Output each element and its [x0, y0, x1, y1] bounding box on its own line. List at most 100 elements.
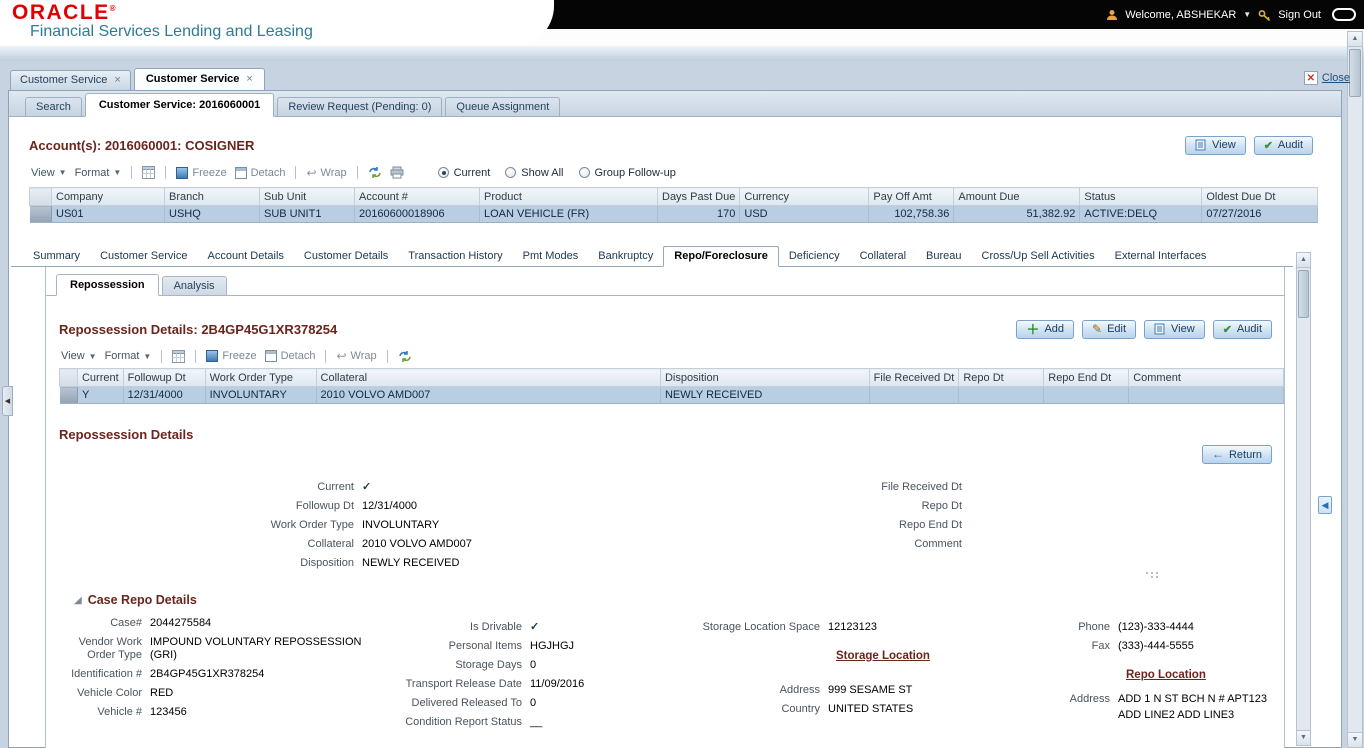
field-repo-dt: Repo Dt — [746, 500, 1266, 513]
repo-audit-button[interactable]: ✔Audit — [1213, 320, 1272, 339]
printer-icon — [390, 166, 404, 179]
session-oval-icon[interactable] — [1332, 8, 1356, 21]
outer-scrollbar[interactable]: ▲ ▼ — [1347, 31, 1363, 748]
detach-button[interactable]: Detach — [235, 167, 286, 179]
registered-mark: ® — [110, 4, 117, 13]
details-form-right: File Received Dt Repo Dt Repo End Dt Com… — [746, 481, 1266, 557]
case-repo-col3: Storage Location Space12123123 Storage L… — [686, 621, 978, 722]
tab-pmt-modes[interactable]: Pmt Modes — [513, 247, 589, 266]
refresh-button[interactable] — [398, 350, 412, 363]
welcome-menu[interactable]: Welcome, ABSHEKAR — [1125, 9, 1236, 21]
scrollbar-thumb[interactable] — [1298, 270, 1309, 318]
tab-review-request[interactable]: Review Request (Pending: 0) — [277, 97, 442, 116]
case-repo-col2: Is Drivable✓ Personal ItemsHGJHGJ Storag… — [376, 621, 676, 735]
tab-close-icon[interactable]: × — [246, 75, 252, 84]
tab-queue-assignment[interactable]: Queue Assignment — [445, 97, 560, 116]
chevron-down-icon: ▼ — [89, 352, 97, 361]
details-form-left: Current✓ Followup Dt12/31/4000 Work Orde… — [146, 481, 706, 576]
tab-customer-details[interactable]: Customer Details — [294, 247, 398, 266]
detach-button[interactable]: Detach — [265, 350, 316, 362]
account-title: Account(s): 2016060001: COSIGNER — [29, 138, 254, 153]
audit-check-icon: ✔ — [1264, 139, 1273, 152]
tab-customer-service[interactable]: Customer Service — [90, 247, 197, 266]
freeze-icon — [176, 167, 188, 179]
collapse-triangle-icon[interactable]: ◢ — [74, 595, 82, 606]
tab-close-icon[interactable]: × — [114, 76, 120, 85]
case-repo-col4: Phone(123)-333-4444 Fax(333)-444-5555 Re… — [976, 621, 1285, 728]
freeze-button[interactable]: Freeze — [176, 167, 226, 179]
radio-show-all[interactable] — [505, 167, 516, 178]
back-arrow-icon: ← — [1212, 449, 1224, 460]
add-button[interactable]: ＋Add — [1016, 320, 1074, 339]
tab-repo-foreclosure[interactable]: Repo/Foreclosure — [663, 246, 779, 267]
tab-external-interfaces[interactable]: External Interfaces — [1105, 247, 1217, 266]
field-work-order-type: Work Order TypeINVOLUNTARY — [146, 519, 706, 532]
wrap-button[interactable]: ↩Wrap — [336, 350, 376, 362]
freeze-button[interactable]: Freeze — [206, 350, 256, 362]
tab-account-details[interactable]: Account Details — [197, 247, 293, 266]
scroll-down-icon[interactable]: ▼ — [1297, 730, 1310, 745]
tab-repossession[interactable]: Repossession — [56, 274, 159, 296]
field-identification: Identification #2B4GP45G1XR378254 — [54, 668, 384, 681]
separator — [357, 166, 358, 179]
scroll-up-icon[interactable]: ▲ — [1297, 253, 1310, 268]
tab-bankruptcy[interactable]: Bankruptcy — [588, 247, 663, 266]
account-table: Company Branch Sub Unit Account # Produc… — [29, 187, 1318, 223]
tab-bureau[interactable]: Bureau — [916, 247, 971, 266]
format-menu[interactable]: Format▼ — [105, 350, 152, 362]
separator — [165, 166, 166, 179]
view-menu[interactable]: View▼ — [61, 350, 97, 362]
tab-cross-up-sell[interactable]: Cross/Up Sell Activities — [972, 247, 1105, 266]
view-menu[interactable]: View▼ — [31, 167, 67, 179]
return-button[interactable]: ←Return — [1202, 445, 1272, 464]
window-tab-customer-service-1[interactable]: Customer Service × — [10, 70, 131, 90]
tab-collateral[interactable]: Collateral — [850, 247, 916, 266]
splitter-collapse-icon[interactable]: ◀ — [1318, 496, 1332, 514]
format-menu[interactable]: Format▼ — [75, 167, 122, 179]
account-row[interactable]: US01 USHQ SUB UNIT1 20160600018906 LOAN … — [30, 206, 1318, 223]
separator — [195, 350, 196, 363]
wrap-button[interactable]: ↩Wrap — [306, 167, 346, 179]
chevron-down-icon[interactable]: ▼ — [1243, 10, 1251, 19]
sign-out-link[interactable]: Sign Out — [1278, 9, 1321, 21]
tab-analysis[interactable]: Analysis — [162, 276, 227, 295]
field-current: Current✓ — [146, 481, 706, 494]
export-grid-icon[interactable] — [142, 166, 155, 179]
scroll-up-icon[interactable]: ▲ — [1348, 32, 1362, 47]
account-view-button[interactable]: View — [1185, 136, 1246, 155]
export-grid-icon[interactable] — [172, 350, 185, 363]
field-followup-dt: Followup Dt12/31/4000 — [146, 500, 706, 513]
account-audit-button[interactable]: ✔ Audit — [1254, 136, 1313, 155]
repossession-row[interactable]: Y 12/31/4000 INVOLUNTARY 2010 VOLVO AMD0… — [60, 387, 1284, 404]
wrap-icon: ↩ — [306, 168, 316, 178]
left-collapse-handle[interactable]: ◀ — [2, 386, 13, 416]
tab-deficiency[interactable]: Deficiency — [779, 247, 850, 266]
close-icon[interactable]: ✕ — [1304, 71, 1318, 85]
inner-scrollbar[interactable]: ▲ ▼ — [1296, 252, 1311, 746]
field-condition-report-status: Condition Report Status__ — [376, 716, 676, 729]
tab-summary[interactable]: Summary — [23, 247, 90, 266]
refresh-button[interactable] — [368, 166, 382, 179]
tab-search[interactable]: Search — [25, 97, 82, 116]
page-tab-bar: Search Customer Service: 2016060001 Revi… — [9, 91, 1341, 117]
scroll-down-icon[interactable]: ▼ — [1348, 732, 1362, 747]
repo-view-button[interactable]: View — [1144, 320, 1205, 339]
resize-grip-icon[interactable] — [1146, 572, 1160, 580]
tab-customer-service-account[interactable]: Customer Service: 2016060001 — [85, 93, 274, 117]
radio-current[interactable] — [438, 167, 449, 178]
oracle-logo: ORACLE® — [12, 1, 117, 25]
close-button[interactable]: ✕ Close — [1304, 71, 1350, 85]
window-tab-customer-service-2[interactable]: Customer Service × — [134, 68, 265, 90]
user-icon — [1106, 9, 1118, 21]
scrollbar-thumb[interactable] — [1349, 49, 1361, 97]
case-repo-header[interactable]: ◢ Case Repo Details — [74, 593, 197, 607]
account-header: Account(s): 2016060001: COSIGNER View ✔ … — [29, 135, 1313, 155]
refresh-icon — [398, 350, 412, 363]
tab-transaction-history[interactable]: Transaction History — [398, 247, 512, 266]
print-button[interactable] — [390, 166, 404, 179]
case-repo-col1: Case#2044275584 Vendor Work Order TypeIM… — [54, 617, 384, 725]
field-vehicle-number: Vehicle #123456 — [54, 706, 384, 719]
plus-icon: ＋ — [1026, 324, 1039, 335]
edit-button[interactable]: ✎Edit — [1082, 320, 1136, 339]
radio-group-followup[interactable] — [579, 167, 590, 178]
